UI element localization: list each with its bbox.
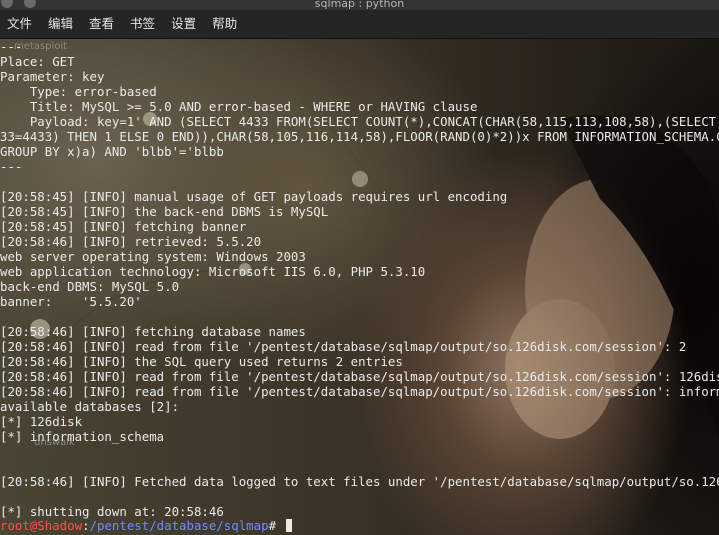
close-icon[interactable]	[1, 0, 13, 8]
menu-settings[interactable]: 设置	[171, 10, 196, 38]
terminal-line: [20:58:46] [INFO] read from file '/pente…	[0, 339, 687, 354]
terminal-line: [20:58:46] [INFO] Fetched data logged to…	[0, 474, 719, 489]
prompt-user-host: root@Shadow	[0, 518, 83, 533]
terminal-line: [20:58:46] [INFO] fetching database name…	[0, 324, 306, 339]
terminal-line: GROUP BY x)a) AND 'blbb'='blbb	[0, 144, 224, 159]
terminal-line: [20:58:45] [INFO] manual usage of GET pa…	[0, 189, 508, 204]
terminal-line: Payload: key=1' AND (SELECT 4433 FROM(SE…	[29, 114, 717, 129]
menu-bookmarks[interactable]: 书签	[130, 10, 155, 38]
terminal-line: Parameter: key	[0, 69, 105, 84]
menu-edit[interactable]: 编辑	[48, 10, 73, 38]
menu-help[interactable]: 帮助	[212, 10, 237, 38]
terminal-line: Title: MySQL >= 5.0 AND error-based - WH…	[0, 99, 478, 114]
terminal-line: available databases [2]:	[0, 399, 180, 414]
terminal-window: sqlmap : python 文件 编辑 查看 书签 设置 帮助 metasploit …	[0, 0, 719, 535]
terminal-line: [20:58:46] [INFO] read from file '/pente…	[0, 384, 719, 399]
terminal-area[interactable]: metasploit dnswalk --- Place: GET Paramete…	[0, 39, 719, 535]
terminal-line: [20:58:46] [INFO] read from file '/pente…	[0, 369, 719, 384]
terminal-line: [20:58:46] [INFO] the SQL query used ret…	[0, 354, 403, 369]
terminal-output: --- Place: GET Parameter: key Type: error-…	[0, 39, 719, 534]
window-title: sqlmap : python	[314, 0, 405, 10]
terminal-line: web server operating system: Windows 200…	[0, 249, 306, 264]
menu-bar: 文件 编辑 查看 书签 设置 帮助	[0, 10, 719, 39]
prompt-separator: :	[82, 518, 90, 533]
terminal-line: ---	[0, 159, 23, 174]
prompt-path: /pentest/database/sqlmap	[89, 518, 269, 533]
terminal-line: [*] 126disk	[0, 414, 83, 429]
terminal-line: Type: error-based	[0, 84, 157, 99]
terminal-line: ---	[0, 39, 23, 54]
terminal-line: [20:58:45] [INFO] fetching banner	[0, 219, 247, 234]
title-bar: sqlmap : python	[0, 0, 719, 10]
terminal-line: 33=4433) THEN 1 ELSE 0 END)),CHAR(58,105…	[0, 129, 719, 144]
shell-prompt[interactable]: root@Shadow:/pentest/database/sqlmap#	[0, 518, 292, 533]
text-cursor	[285, 519, 292, 532]
terminal-line: [*] shutting down at: 20:58:46	[0, 504, 224, 519]
terminal-line: web application technology: Microsoft II…	[0, 264, 426, 279]
menu-file[interactable]: 文件	[7, 10, 32, 38]
terminal-line: [20:58:46] [INFO] retrieved: 5.5.20	[0, 234, 262, 249]
terminal-line: [*] information_schema	[0, 429, 165, 444]
prompt-symbol: #	[268, 518, 284, 533]
terminal-line: [20:58:45] [INFO] the back-end DBMS is M…	[0, 204, 329, 219]
terminal-line: back-end DBMS: MySQL 5.0	[0, 279, 180, 294]
terminal-line: banner: '5.5.20'	[0, 294, 142, 309]
menu-view[interactable]: 查看	[89, 10, 114, 38]
minimize-icon[interactable]	[24, 0, 36, 8]
terminal-line: Place: GET	[0, 54, 75, 69]
